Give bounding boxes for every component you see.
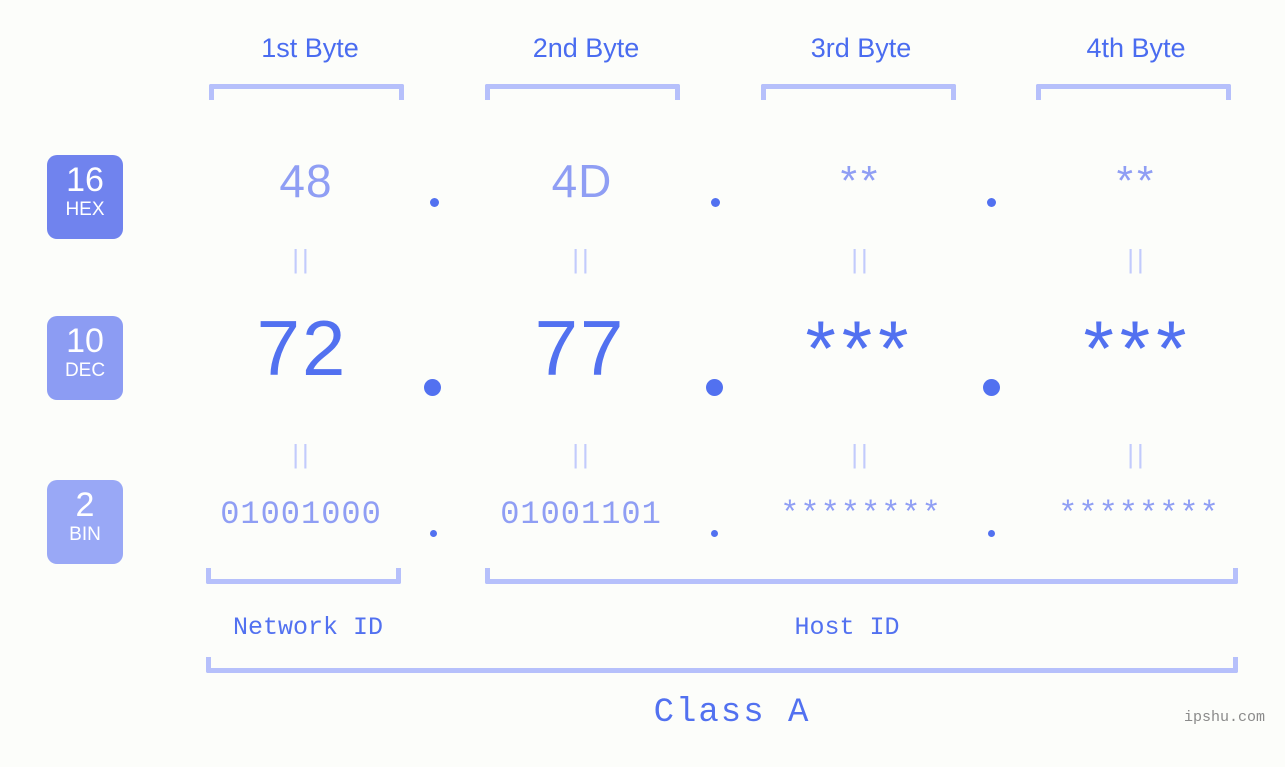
hex-byte-1: 48 <box>279 155 333 207</box>
dec-byte-3: *** <box>805 304 915 392</box>
byte-bracket-3 <box>761 84 956 100</box>
byte-bracket-4 <box>1036 84 1231 100</box>
bin-byte-4: ******** <box>1058 496 1220 533</box>
byte-label-1: 1st Byte <box>261 33 359 63</box>
radix-badge-dec: 10 DEC <box>47 316 123 400</box>
class-label: Class A <box>653 694 811 732</box>
dec-byte-4: *** <box>1083 304 1193 392</box>
bin-separator-dot-3 <box>988 530 995 537</box>
class-bracket <box>206 657 1238 673</box>
byte-bracket-2 <box>485 84 680 100</box>
equals-symbol-hex-dec-1: || <box>292 244 312 274</box>
ip-address-breakdown-diagram: 1st Byte 2nd Byte 3rd Byte 4th Byte 16 H… <box>0 0 1285 767</box>
radix-badge-hex-number: 16 <box>66 161 104 199</box>
dec-separator-dot-2 <box>706 379 723 396</box>
bin-separator-dot-2 <box>711 530 718 537</box>
byte-bracket-1 <box>209 84 404 100</box>
equals-symbol-dec-bin-3: || <box>851 439 871 469</box>
dec-separator-dot-1 <box>424 379 441 396</box>
hex-separator-dot-2 <box>711 198 720 207</box>
byte-label-4: 4th Byte <box>1086 33 1186 63</box>
radix-badge-bin: 2 BIN <box>47 480 123 564</box>
dec-byte-1: 72 <box>256 304 348 392</box>
radix-badge-bin-number: 2 <box>75 486 95 524</box>
radix-badge-hex: 16 HEX <box>47 155 123 239</box>
hex-byte-3: ** <box>840 157 882 204</box>
hex-byte-4: ** <box>1116 157 1158 204</box>
equals-symbol-hex-dec-3: || <box>851 244 871 274</box>
equals-symbol-hex-dec-2: || <box>572 244 592 274</box>
hex-byte-2: 4D <box>551 155 613 207</box>
dec-separator-dot-3 <box>983 379 1000 396</box>
radix-badge-hex-name: HEX <box>65 199 105 220</box>
host-id-label: Host ID <box>794 613 900 642</box>
network-id-label: Network ID <box>232 613 384 642</box>
radix-badge-dec-number: 10 <box>66 322 104 360</box>
equals-symbol-dec-bin-4: || <box>1127 439 1147 469</box>
radix-badge-dec-name: DEC <box>64 360 106 381</box>
hex-separator-dot-1 <box>430 198 439 207</box>
watermark: ipshu.com <box>1183 709 1265 726</box>
bin-byte-2: 01001101 <box>500 496 662 533</box>
host-id-bracket <box>485 568 1238 584</box>
equals-symbol-dec-bin-1: || <box>292 439 312 469</box>
bin-separator-dot-1 <box>430 530 437 537</box>
byte-label-3: 3rd Byte <box>810 33 912 63</box>
radix-badge-bin-name: BIN <box>69 524 101 545</box>
bin-byte-3: ******** <box>780 496 942 533</box>
hex-separator-dot-3 <box>987 198 996 207</box>
equals-symbol-dec-bin-2: || <box>572 439 592 469</box>
equals-symbol-hex-dec-4: || <box>1127 244 1147 274</box>
network-id-bracket <box>206 568 401 584</box>
bin-byte-1: 01001000 <box>220 496 382 533</box>
dec-byte-2: 77 <box>534 304 626 392</box>
byte-label-2: 2nd Byte <box>532 33 640 63</box>
